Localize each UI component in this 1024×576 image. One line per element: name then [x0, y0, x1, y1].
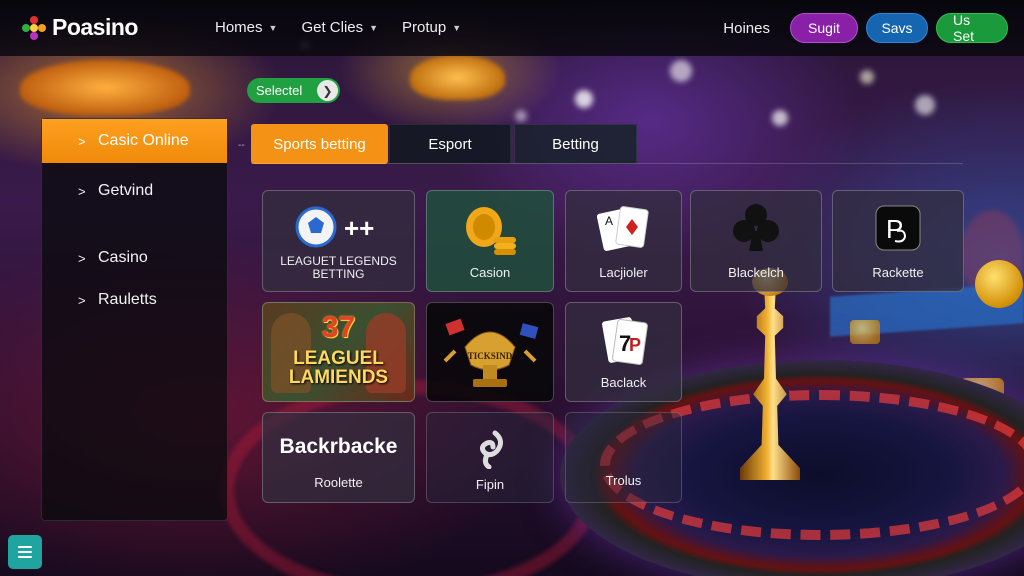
- chevron-right-icon: >: [78, 250, 86, 266]
- club-suit-icon: [730, 201, 782, 253]
- user-set-button[interactable]: Us Set: [936, 12, 1008, 44]
- menu-icon: [18, 551, 32, 553]
- tile-label: Fipin: [475, 477, 505, 492]
- sidebar-item-rauletts[interactable]: > Rauletts: [42, 278, 227, 322]
- svg-text:P: P: [886, 214, 903, 244]
- tab-betting[interactable]: Betting: [514, 124, 637, 164]
- tile-badge: 37: [321, 311, 356, 344]
- chevron-right-icon: >: [78, 292, 86, 308]
- saves-button[interactable]: Savs: [866, 13, 928, 43]
- chevron-right-icon: >: [78, 133, 86, 149]
- main-nav: Homes ▼ Get Clies ▼ Protup ▼: [215, 19, 461, 36]
- tile-label: LEAGUET LEGENDS BETTING: [280, 254, 397, 281]
- tab-esport[interactable]: Esport: [389, 124, 511, 164]
- tile-label: Roolette: [314, 475, 363, 490]
- selected-filter-chip[interactable]: Selectel ❯: [247, 78, 340, 103]
- tile-heading: Backrbacke: [279, 435, 398, 458]
- gold-coins-icon: [460, 203, 520, 255]
- game-tile-roolette[interactable]: Backrbacke Roolette: [262, 412, 415, 503]
- nav-item-protup[interactable]: Protup ▼: [402, 19, 461, 36]
- sidebar-item-label: Rauletts: [98, 291, 157, 308]
- sidebar-item-label: Getvind: [98, 182, 154, 199]
- game-tile-league-legends-betting[interactable]: ++ LEAGUET LEGENDS BETTING: [262, 190, 415, 292]
- soccer-ball-plus-icon: ++: [294, 205, 384, 249]
- nav-item-get-clies[interactable]: Get Clies ▼: [301, 19, 378, 36]
- logo-flower-icon: [22, 15, 46, 40]
- sidebar-item-label: Casic Online: [98, 132, 189, 149]
- nav-item-homes[interactable]: Homes ▼: [215, 19, 277, 36]
- svg-text:A: A: [605, 214, 613, 228]
- sign-in-button[interactable]: Sugit: [790, 13, 858, 43]
- brand-name: Poasino: [52, 14, 138, 40]
- trophy-banner-text: TICKSIND: [467, 351, 513, 361]
- tile-label: Trolus: [605, 473, 642, 488]
- game-tile-rackette[interactable]: P Rackette: [832, 190, 964, 292]
- menu-icon: [18, 556, 32, 558]
- playing-cards-icon: A: [596, 205, 652, 253]
- spin-swirl-icon: [473, 429, 507, 470]
- brand-logo[interactable]: Poasino: [22, 14, 138, 41]
- nav-item-label: Get Clies: [301, 19, 364, 36]
- category-sidebar: > Casic Online > Getvind > Casino > Raul…: [41, 118, 228, 521]
- chevron-right-icon[interactable]: ❯: [317, 80, 338, 101]
- game-tile-baclack[interactable]: 7 P Baclack: [565, 302, 682, 402]
- sidebar-item-casino[interactable]: > Casino: [42, 236, 227, 280]
- tile-label: Rackette: [872, 265, 924, 280]
- game-tile-lacjioler[interactable]: A Lacjioler: [565, 190, 682, 292]
- nav-link-hoines[interactable]: Hoines: [723, 20, 770, 37]
- tabs-divider: [251, 163, 963, 164]
- tile-label: Casion: [469, 265, 511, 280]
- sidebar-item-getvind[interactable]: > Getvind: [42, 169, 227, 213]
- cards-7-icon: 7 P: [599, 315, 649, 367]
- menu-button[interactable]: [8, 535, 42, 569]
- game-tile-trolus[interactable]: Trolus: [565, 412, 682, 503]
- svg-text:P: P: [629, 335, 641, 355]
- game-tile-league-lamiends[interactable]: 37 LEAGUEL LAMIENDS: [262, 302, 415, 402]
- tile-label: Baclack: [600, 375, 647, 390]
- tile-label: Blackelch: [728, 265, 784, 280]
- nav-item-label: Homes: [215, 19, 263, 36]
- game-tile-fipin[interactable]: Fipin: [426, 412, 554, 503]
- chevron-down-icon: ▼: [369, 22, 379, 33]
- game-tile-casion[interactable]: Casion: [426, 190, 554, 292]
- sidebar-item-casic-online[interactable]: > Casic Online: [42, 119, 227, 163]
- chip-label: Selectel: [256, 83, 303, 98]
- tile-label: Lacjioler: [599, 265, 648, 280]
- top-navigation-bar: Poasino Homes ▼ Get Clies ▼ Protup ▼ Hoi…: [0, 0, 1024, 56]
- game-tile-blackelch[interactable]: Blackelch: [690, 190, 822, 292]
- tab-sports-betting[interactable]: Sports betting: [251, 124, 388, 164]
- chevron-right-icon: >: [78, 183, 86, 199]
- menu-icon: [18, 546, 32, 548]
- chevron-down-icon: ▼: [268, 22, 278, 33]
- sidebar-item-label: Casino: [98, 249, 148, 266]
- game-tile-trophy[interactable]: TICKSIND: [426, 302, 554, 402]
- tile-label: LEAGUEL LAMIENDS: [288, 348, 389, 388]
- nav-actions: Hoines Sugit Savs Us Set: [723, 12, 1008, 44]
- tabs-separator: --: [238, 140, 245, 151]
- p-logo-icon: P: [875, 205, 921, 251]
- nav-item-label: Protup: [402, 19, 447, 36]
- chevron-down-icon: ▼: [452, 22, 462, 33]
- svg-text:++: ++: [344, 213, 374, 243]
